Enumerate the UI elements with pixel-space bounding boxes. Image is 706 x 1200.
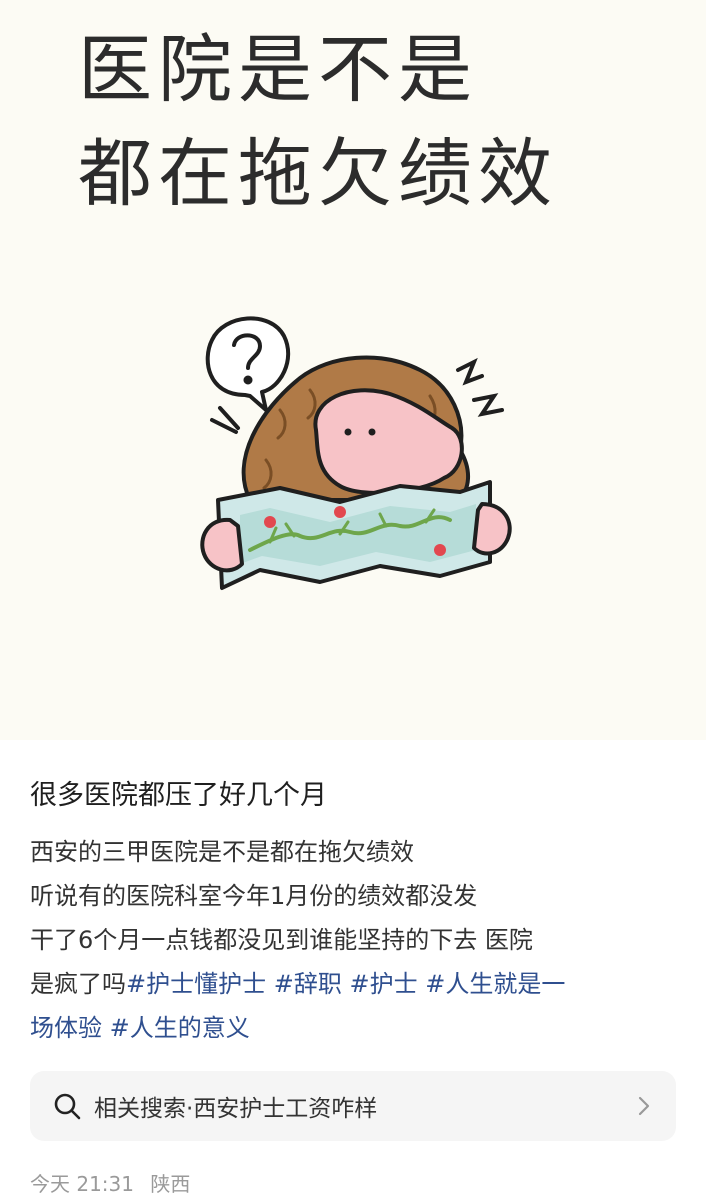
post-body-line: 是疯了吗#护士懂护士 #辞职 #护士 #人生就是一: [30, 962, 680, 1006]
hashtag-link[interactable]: #护士懂护士: [126, 970, 266, 998]
left-hand: [200, 517, 244, 573]
post-time: 今天 21:31: [30, 1172, 134, 1196]
cover-title-line-1: 医院是不是: [78, 27, 478, 113]
post-body-line: 西安的三甲医院是不是都在拖欠绩效: [30, 838, 414, 866]
hashtag-link[interactable]: #护士: [350, 970, 418, 998]
hashtag-link[interactable]: #辞职: [274, 970, 342, 998]
right-hand: [472, 502, 512, 556]
post-body-text: 是疯了吗: [30, 970, 126, 998]
post-body-line: 场体验 #人生的意义: [30, 1006, 680, 1050]
hashtag-link[interactable]: #人生的意义: [110, 1014, 250, 1042]
post-location: 陕西: [150, 1172, 191, 1196]
hashtag-link[interactable]: 场体验: [30, 1014, 102, 1042]
cover-image[interactable]: 医院是不是 都在拖欠绩效: [0, 0, 706, 740]
chevron-right-icon: [634, 1094, 654, 1118]
cover-title: 医院是不是 都在拖欠绩效: [78, 18, 558, 226]
related-search-label: 相关搜索·西安护士工资咋样: [94, 1096, 378, 1122]
related-search-button[interactable]: 相关搜索·西安护士工资咋样: [30, 1071, 676, 1141]
post-meta: 今天 21:31 陕西: [30, 1168, 190, 1197]
post-body-line: 听说有的医院科室今年1月份的绩效都没发: [30, 882, 478, 910]
confused-girl-reading-map-illustration: [200, 316, 512, 590]
search-icon: [52, 1091, 82, 1121]
post-body: 西安的三甲医院是不是都在拖欠绩效 听说有的医院科室今年1月份的绩效都没发 干了6…: [30, 830, 680, 1050]
post-body-line: 干了6个月一点钱都没见到谁能坚持的下去 医院: [30, 926, 533, 954]
post-title: 很多医院都压了好几个月: [30, 780, 327, 811]
hashtag-link[interactable]: #人生就是一: [425, 970, 565, 998]
cover-title-line-2: 都在拖欠绩效: [78, 131, 558, 217]
question-bubble-icon: [205, 316, 291, 412]
